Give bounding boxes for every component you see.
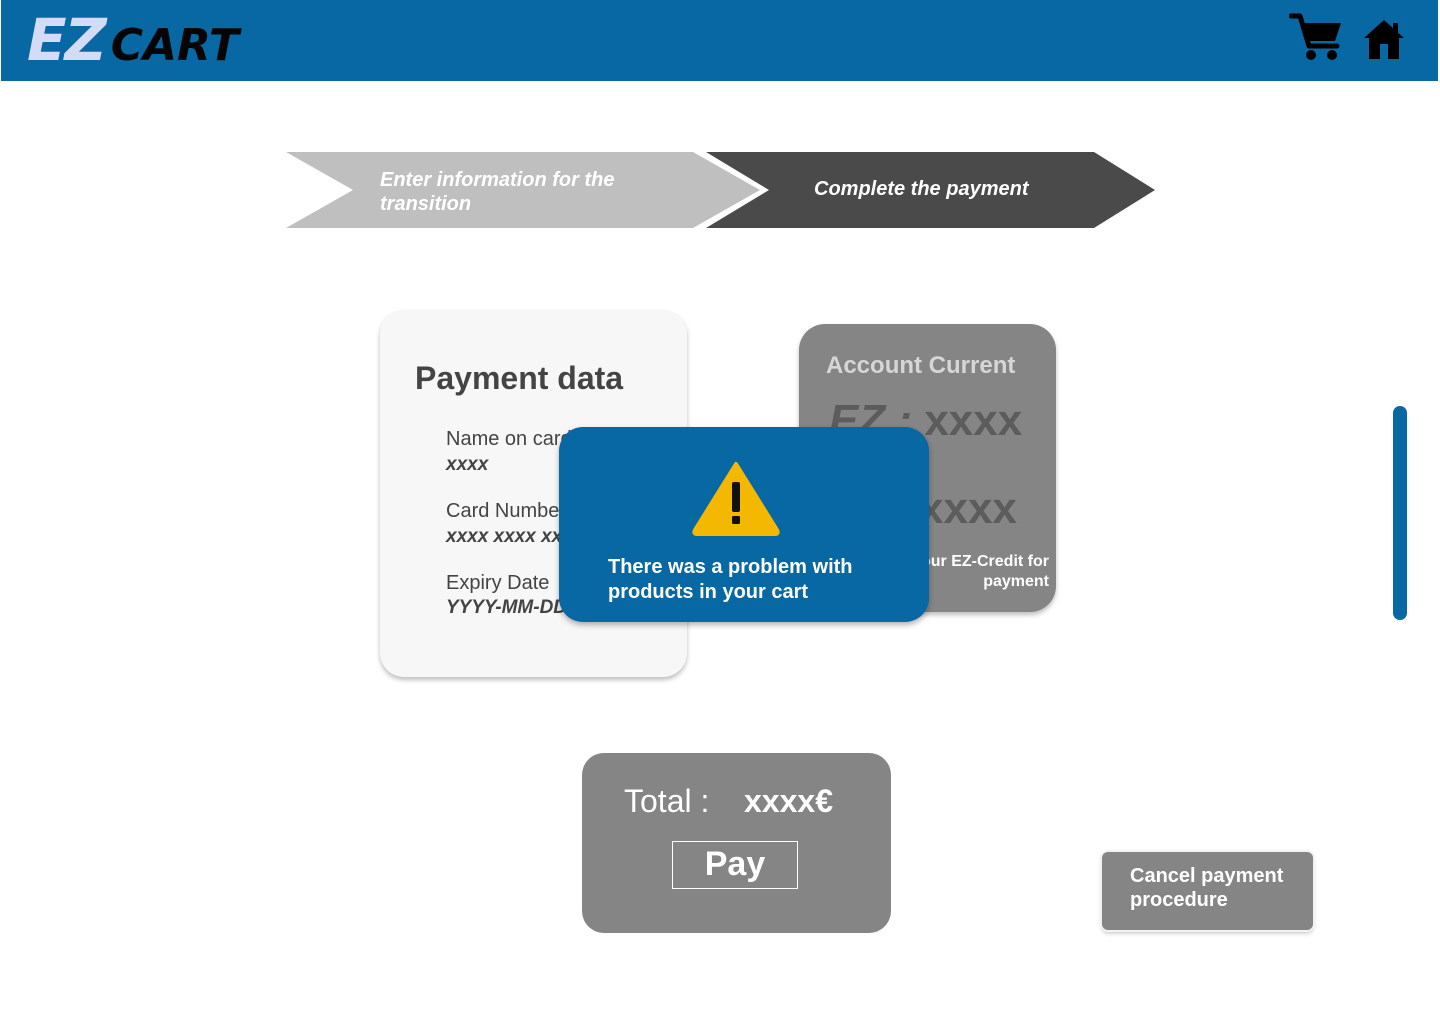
- account-current-title: Account Current: [826, 352, 1016, 379]
- total-panel: Total : xxxx€ Pay: [582, 753, 891, 933]
- expiry-date-value: YYYY-MM-DD: [446, 597, 568, 618]
- step-2-label[interactable]: Complete the payment: [814, 177, 1134, 201]
- expiry-date-label: Expiry Date: [446, 572, 550, 594]
- top-bar: EZ CART: [1, 0, 1438, 81]
- scrollbar-thumb[interactable]: [1393, 406, 1407, 620]
- name-on-card-value: xxxx: [446, 454, 489, 475]
- account-id-value: xxxx: [924, 396, 1023, 445]
- pay-button[interactable]: Pay: [672, 841, 798, 889]
- total-value: xxxx€: [744, 783, 833, 819]
- account-balance: xxxx: [919, 484, 1017, 533]
- checkout-stepper: Enter information for the transition Com…: [286, 152, 1156, 228]
- alert-message: There was a problem with products in you…: [608, 556, 853, 603]
- logo-cart-text: CART: [110, 20, 239, 71]
- cancel-payment-button[interactable]: Cancel payment procedure: [1102, 852, 1313, 930]
- step-1-label[interactable]: Enter information for the transition: [380, 168, 670, 216]
- cart-problem-alert: There was a problem with products in you…: [559, 427, 929, 622]
- warning-icon: [691, 460, 781, 541]
- total-label: Total :: [624, 783, 710, 819]
- payment-data-title: Payment data: [415, 360, 624, 396]
- cancel-payment-label: Cancel payment procedure: [1130, 865, 1284, 911]
- ezcart-logo[interactable]: EZ CART: [27, 6, 239, 74]
- cart-icon[interactable]: [1288, 12, 1345, 67]
- name-on-card-label: Name on card: [446, 428, 572, 450]
- card-number-label: Card Number: [446, 500, 567, 522]
- home-icon[interactable]: [1362, 18, 1406, 65]
- logo-ez-text: EZ: [27, 6, 107, 74]
